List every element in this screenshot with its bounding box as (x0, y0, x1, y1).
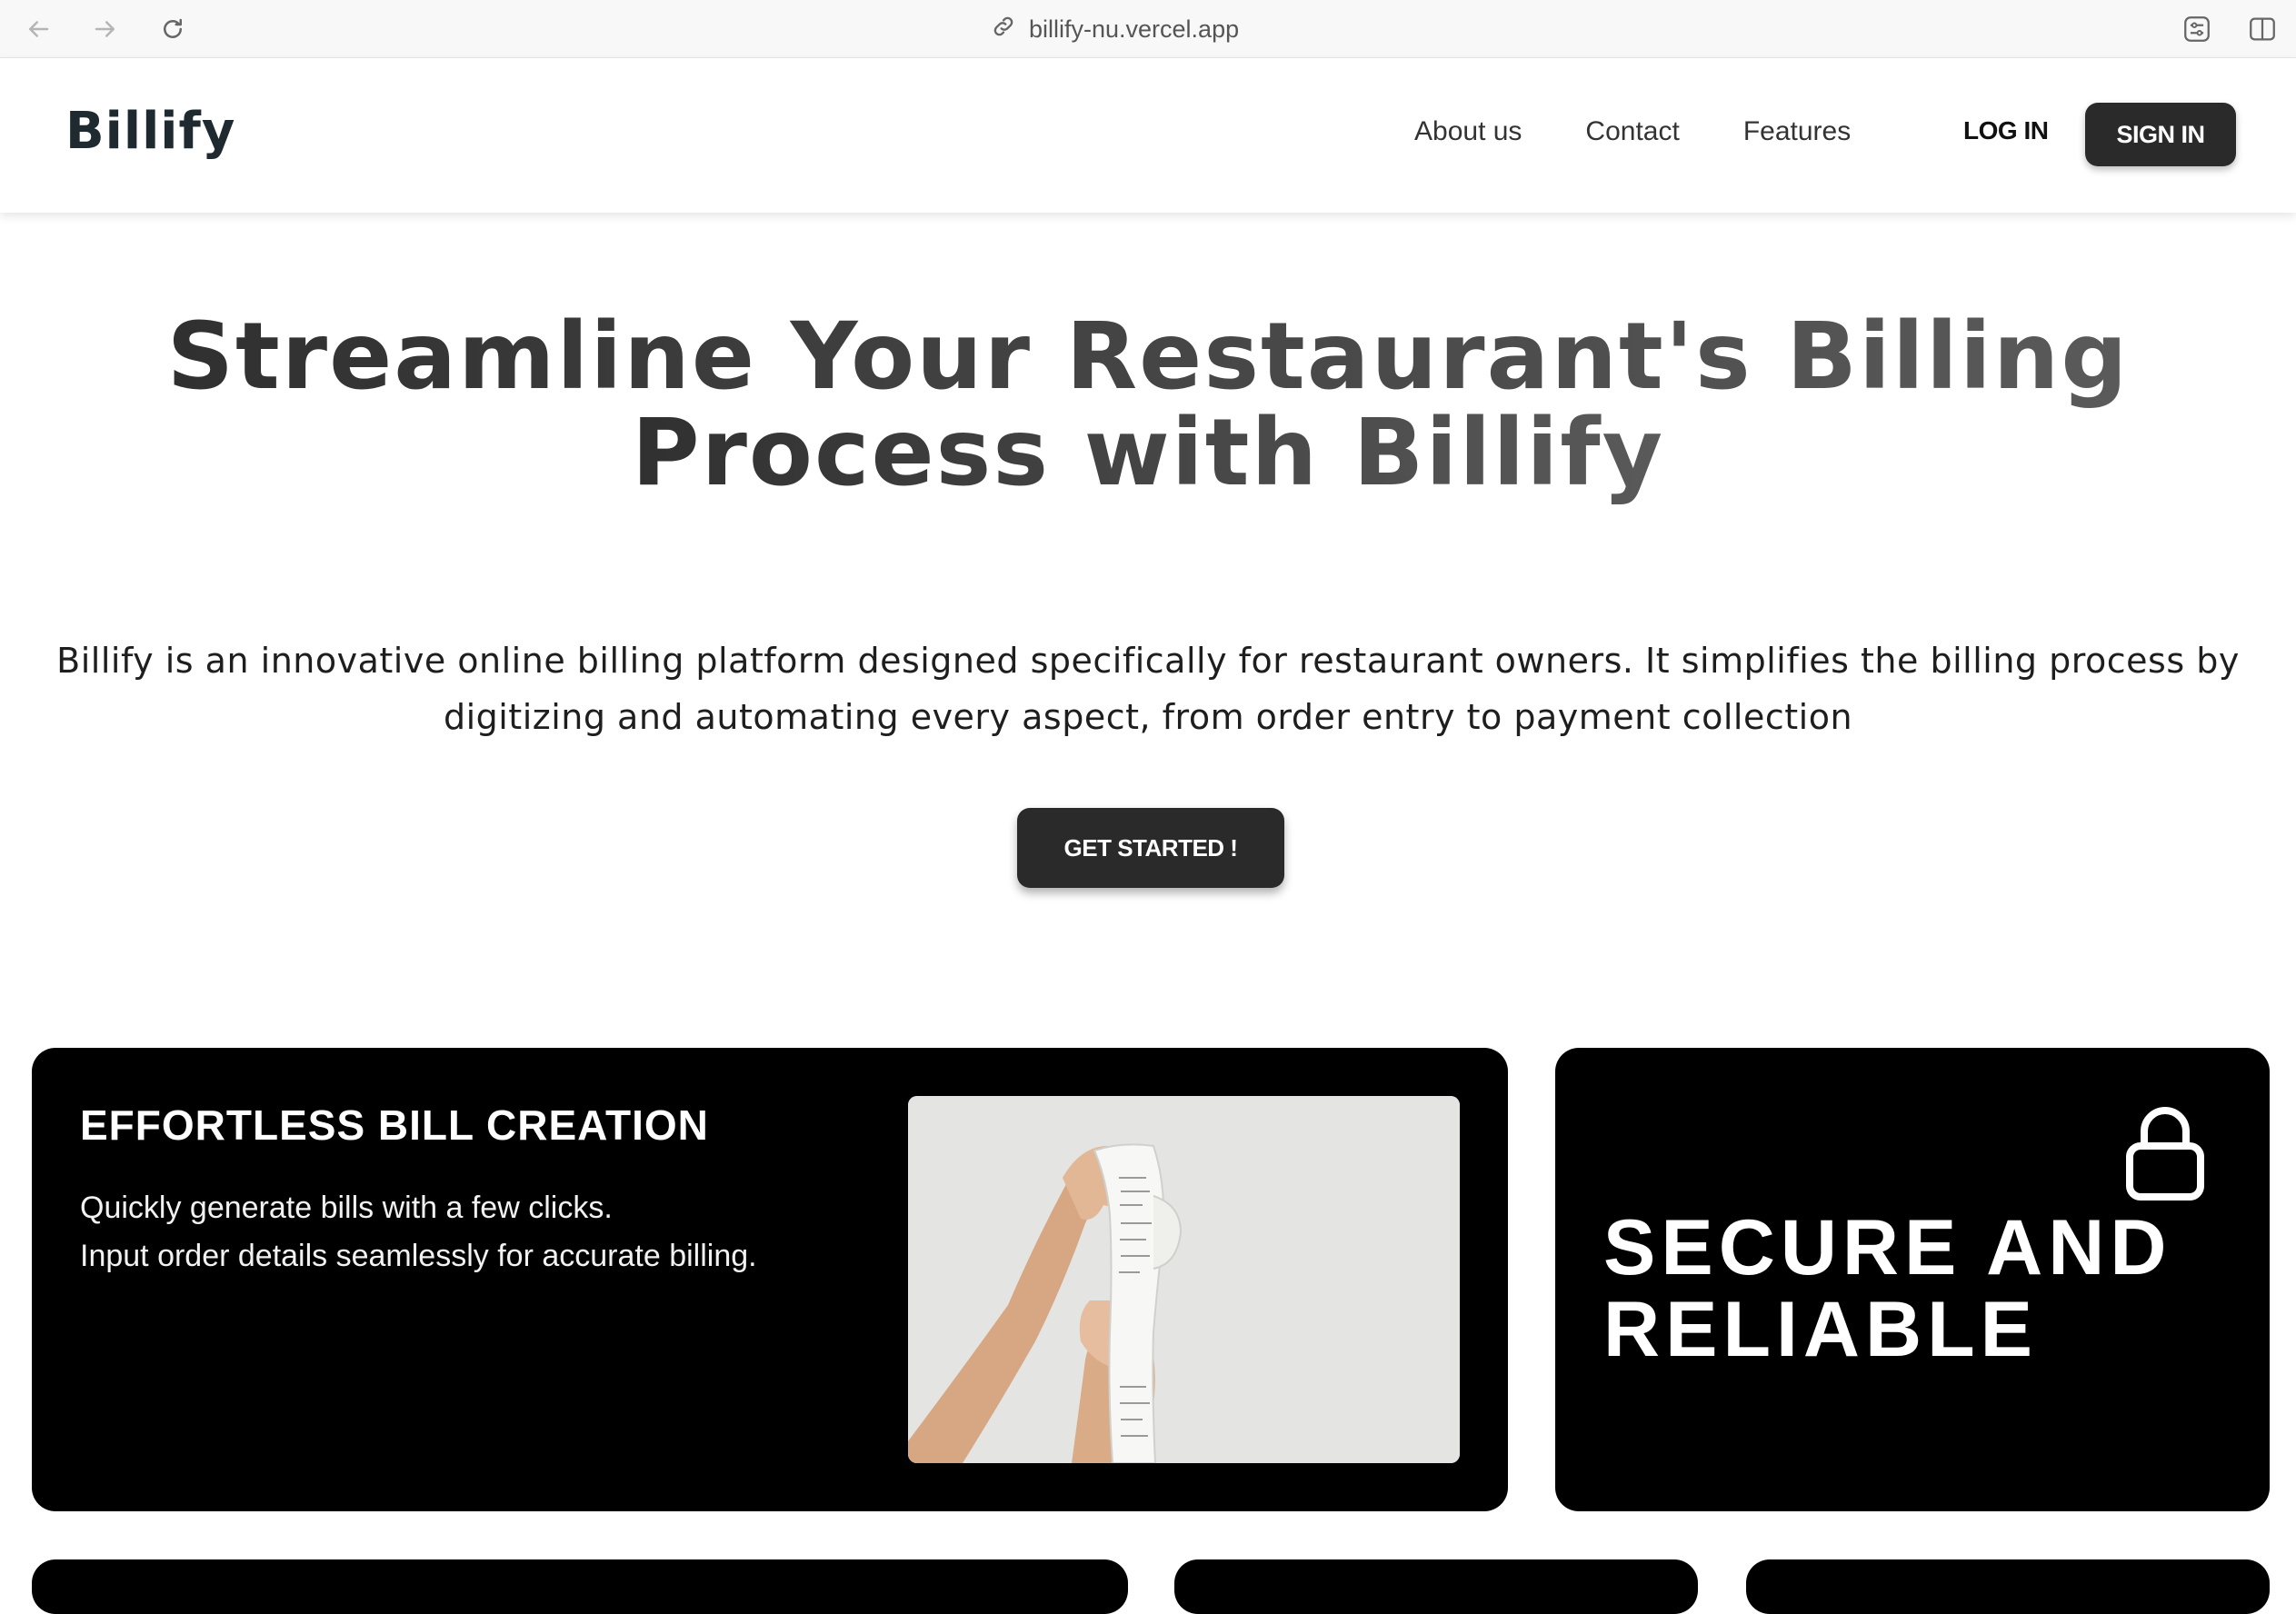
main-nav: About us Contact Features (1414, 116, 1851, 147)
reload-icon[interactable] (156, 13, 189, 45)
sidebar-icon[interactable] (2245, 12, 2280, 46)
address-bar[interactable]: billify-nu.vercel.app (991, 13, 1239, 45)
signin-button[interactable]: SIGN IN (2085, 103, 2236, 166)
url-text: billify-nu.vercel.app (1029, 15, 1240, 43)
feature-card-bill-creation: EFFORTLESS BILL CREATION Quickly generat… (32, 1048, 1508, 1511)
hero-title-line1: Streamline Your Restaurant's Billing (166, 303, 2130, 411)
browser-toolbar: billify-nu.vercel.app (0, 0, 2296, 58)
back-icon[interactable] (22, 13, 55, 45)
feature-title: SECURE AND RELIABLE (1603, 1207, 2171, 1370)
extensions-icon[interactable] (2180, 12, 2214, 46)
feature-line-1: Quickly generate bills with a few clicks… (80, 1191, 613, 1225)
nav-features[interactable]: Features (1743, 116, 1851, 147)
get-started-button[interactable]: GET STARTED ! (1017, 808, 1284, 888)
logo[interactable]: Billify (65, 102, 235, 161)
feature-description: Quickly generate bills with a few clicks… (80, 1184, 757, 1280)
feature-card-partial (32, 1559, 1128, 1614)
hero-description: Billify is an innovative online billing … (56, 641, 2240, 737)
feature-card-secure: SECURE AND RELIABLE (1555, 1048, 2270, 1511)
site-header: Billify About us Contact Features LOG IN… (0, 58, 2296, 213)
feature-title-line2: RELIABLE (1603, 1286, 2038, 1373)
forward-icon[interactable] (89, 13, 122, 45)
lock-icon (2124, 1102, 2206, 1202)
feature-title: EFFORTLESS BILL CREATION (80, 1101, 709, 1149)
nav-contact[interactable]: Contact (1585, 116, 1679, 147)
nav-about-us[interactable]: About us (1414, 116, 1522, 147)
feature-line-2: Input order details seamlessly for accur… (80, 1239, 757, 1273)
login-button[interactable]: LOG IN (1963, 116, 2049, 145)
hands-holding-receipt-photo (908, 1096, 1460, 1463)
hero-title-line2: Process with Billify (631, 399, 1665, 507)
feature-title-line1: SECURE AND (1603, 1204, 2172, 1291)
feature-card-partial (1746, 1559, 2270, 1614)
link-icon (991, 14, 1016, 45)
hero-title: Streamline Your Restaurant's Billing Pro… (0, 309, 2296, 502)
feature-card-partial (1174, 1559, 1698, 1614)
